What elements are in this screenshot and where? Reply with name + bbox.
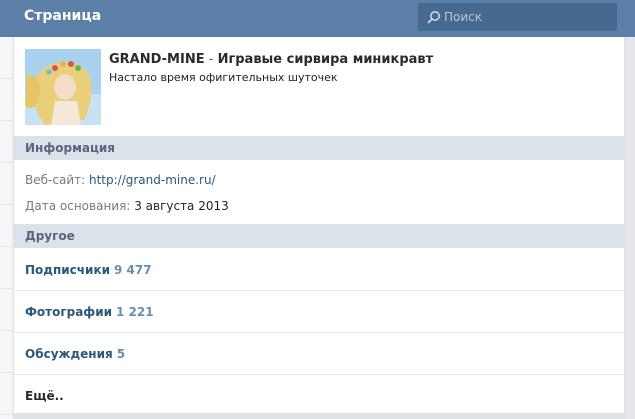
group-name-subtitle: Игравые сирвира миникравт bbox=[217, 52, 434, 67]
stat-row-subscribers[interactable]: Подписчики 9 477 bbox=[14, 249, 624, 291]
avatar-image bbox=[25, 49, 101, 125]
info-row-website: Веб-сайт: http://grand-mine.ru/ bbox=[25, 173, 216, 187]
search-box[interactable] bbox=[418, 3, 617, 31]
search-icon bbox=[427, 11, 440, 24]
section-header-info: Информация bbox=[14, 136, 624, 160]
photos-count: 1 221 bbox=[116, 305, 154, 319]
group-panel: GRAND-MINE - Игравые сирвира миникравт Н… bbox=[13, 37, 625, 419]
website-link[interactable]: http://grand-mine.ru/ bbox=[89, 173, 216, 187]
search-input[interactable] bbox=[444, 3, 614, 31]
group-name-dash: - bbox=[204, 52, 218, 67]
top-bar: Страница bbox=[0, 0, 635, 37]
section-header-other: Другое bbox=[14, 224, 624, 248]
photos-label: Фотографии bbox=[25, 305, 113, 319]
profile-header: GRAND-MINE - Игравые сирвира миникравт Н… bbox=[14, 37, 624, 135]
left-column-rows bbox=[0, 37, 13, 419]
group-status: Настало время офигительных шуточек bbox=[109, 71, 338, 84]
info-row-founded: Дата основания: 3 августа 2013 bbox=[25, 199, 229, 213]
discussions-count: 5 bbox=[116, 347, 126, 361]
stat-row-photos[interactable]: Фотографии 1 221 bbox=[14, 291, 624, 333]
subscribers-count: 9 477 bbox=[114, 263, 152, 277]
discussions-label: Обсуждения bbox=[25, 347, 113, 361]
stat-row-discussions[interactable]: Обсуждения 5 bbox=[14, 333, 624, 375]
more-label: Ещё.. bbox=[25, 389, 64, 403]
panel-bottom-bar bbox=[14, 413, 624, 419]
subscribers-label: Подписчики bbox=[25, 263, 110, 277]
group-name: GRAND-MINE - Игравые сирвира миникравт bbox=[109, 52, 433, 67]
group-avatar[interactable] bbox=[25, 49, 101, 125]
right-shade bbox=[625, 37, 635, 419]
founded-label: Дата основания: bbox=[25, 199, 131, 213]
stat-row-more[interactable]: Ещё.. bbox=[14, 375, 624, 417]
group-name-main: GRAND-MINE bbox=[109, 52, 205, 67]
website-label: Веб-сайт: bbox=[25, 173, 86, 187]
founded-value: 3 августа 2013 bbox=[134, 199, 229, 213]
page-title: Страница bbox=[24, 8, 102, 24]
